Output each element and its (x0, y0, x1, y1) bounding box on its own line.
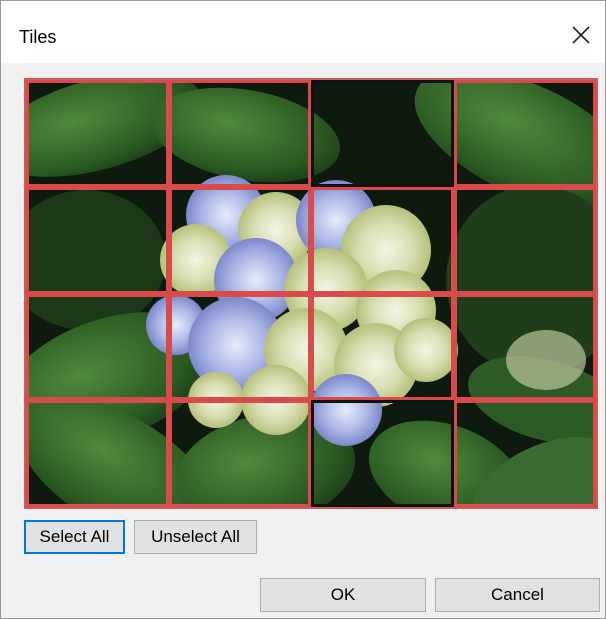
close-button[interactable] (563, 17, 599, 53)
title-bar: Tiles (1, 1, 605, 63)
tile-r1-c1[interactable] (26, 80, 169, 187)
ok-button[interactable]: OK (260, 578, 426, 612)
close-icon (572, 26, 590, 44)
select-all-button[interactable]: Select All (24, 520, 125, 554)
tile-r1-c3[interactable] (311, 80, 454, 187)
tile-r4-c3[interactable] (311, 400, 454, 507)
tile-r3-c3[interactable] (311, 293, 454, 401)
tiles-dialog: Tiles Select All Unselect All OK Cancel (0, 0, 606, 619)
tile-r4-c2[interactable] (168, 400, 311, 507)
tile-r2-c2[interactable] (168, 186, 311, 294)
tile-grid (24, 78, 598, 509)
tile-r3-c2[interactable] (168, 293, 311, 401)
cancel-button[interactable]: Cancel (435, 578, 600, 612)
tile-r2-c4[interactable] (453, 186, 596, 294)
tile-r4-c1[interactable] (26, 400, 169, 507)
tile-r3-c1[interactable] (26, 293, 169, 401)
tile-r3-c4[interactable] (453, 293, 596, 401)
tile-r1-c2[interactable] (168, 80, 311, 187)
tile-r1-c4[interactable] (453, 80, 596, 187)
tile-r2-c3[interactable] (311, 186, 454, 294)
unselect-all-button[interactable]: Unselect All (134, 520, 257, 554)
tile-r2-c1[interactable] (26, 186, 169, 294)
dialog-title: Tiles (19, 27, 57, 47)
tile-r4-c4[interactable] (453, 400, 596, 507)
